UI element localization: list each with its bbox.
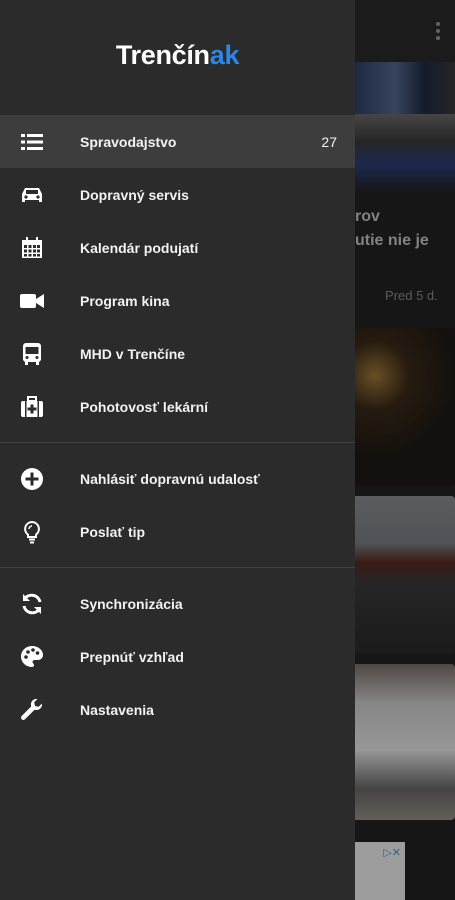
drawer-section-settings: Synchronizácia Prepnúť vzhľad Nastavenia [0, 577, 355, 736]
sync-icon [19, 592, 45, 616]
drawer-item-label: Nastavenia [80, 701, 154, 718]
divider [0, 442, 355, 443]
drawer-item-spravodajstvo[interactable]: Spravodajstvo 27 [0, 115, 355, 168]
drawer-item-label: Synchronizácia [80, 595, 183, 612]
navigation-drawer: Trenčínak Spravodajstvo 27 Dopravný servis… [0, 0, 355, 900]
lightbulb-icon [19, 520, 45, 544]
palette-icon [19, 645, 45, 669]
drawer-item-program-kina[interactable]: Program kina [0, 274, 355, 327]
drawer-item-dopravny-servis[interactable]: Dopravný servis [0, 168, 355, 221]
first-aid-kit-icon [19, 395, 45, 419]
drawer-item-pohotovost-lekarni[interactable]: Pohotovosť lekární [0, 380, 355, 433]
list-icon [19, 130, 45, 154]
drawer-item-prepnut-vzhlad[interactable]: Prepnúť vzhľad [0, 630, 355, 683]
drawer-section-actions: Nahlásiť dopravnú udalosť Poslať tip [0, 452, 355, 558]
car-icon [19, 183, 45, 207]
calendar-icon [19, 236, 45, 260]
drawer-item-synchronizacia[interactable]: Synchronizácia [0, 577, 355, 630]
drawer-item-label: Program kina [80, 292, 170, 309]
drawer-header: Trenčínak [0, 0, 355, 115]
drawer-item-nahlasit-dopravnu-udalost[interactable]: Nahlásiť dopravnú udalosť [0, 452, 355, 505]
video-camera-icon [19, 289, 45, 313]
drawer-section-main: Spravodajstvo 27 Dopravný servis Kalendár p… [0, 115, 355, 433]
drawer-item-mhd-v-trencine[interactable]: MHD v Trenčíne [0, 327, 355, 380]
app-logo: Trenčínak [115, 40, 240, 70]
drawer-item-label: Nahlásiť dopravnú udalosť [80, 470, 260, 487]
drawer-item-label: Kalendár podujatí [80, 239, 199, 256]
drawer-item-label: Dopravný servis [80, 186, 189, 203]
drawer-item-label: Spravodajstvo [80, 133, 177, 150]
drawer-item-nastavenia[interactable]: Nastavenia [0, 683, 355, 736]
drawer-item-poslat-tip[interactable]: Poslať tip [0, 505, 355, 558]
bus-icon [19, 342, 45, 366]
drawer-item-label: Poslať tip [80, 523, 146, 540]
plus-circle-icon [19, 467, 45, 491]
wrench-icon [19, 698, 45, 722]
drawer-item-label: Prepnúť vzhľad [80, 648, 184, 665]
unread-count-badge: 27 [321, 133, 337, 150]
drawer-item-label: MHD v Trenčíne [80, 345, 186, 362]
drawer-item-kalendar-podujati[interactable]: Kalendár podujatí [0, 221, 355, 274]
drawer-item-label: Pohotovosť lekární [80, 398, 209, 415]
divider [0, 567, 355, 568]
